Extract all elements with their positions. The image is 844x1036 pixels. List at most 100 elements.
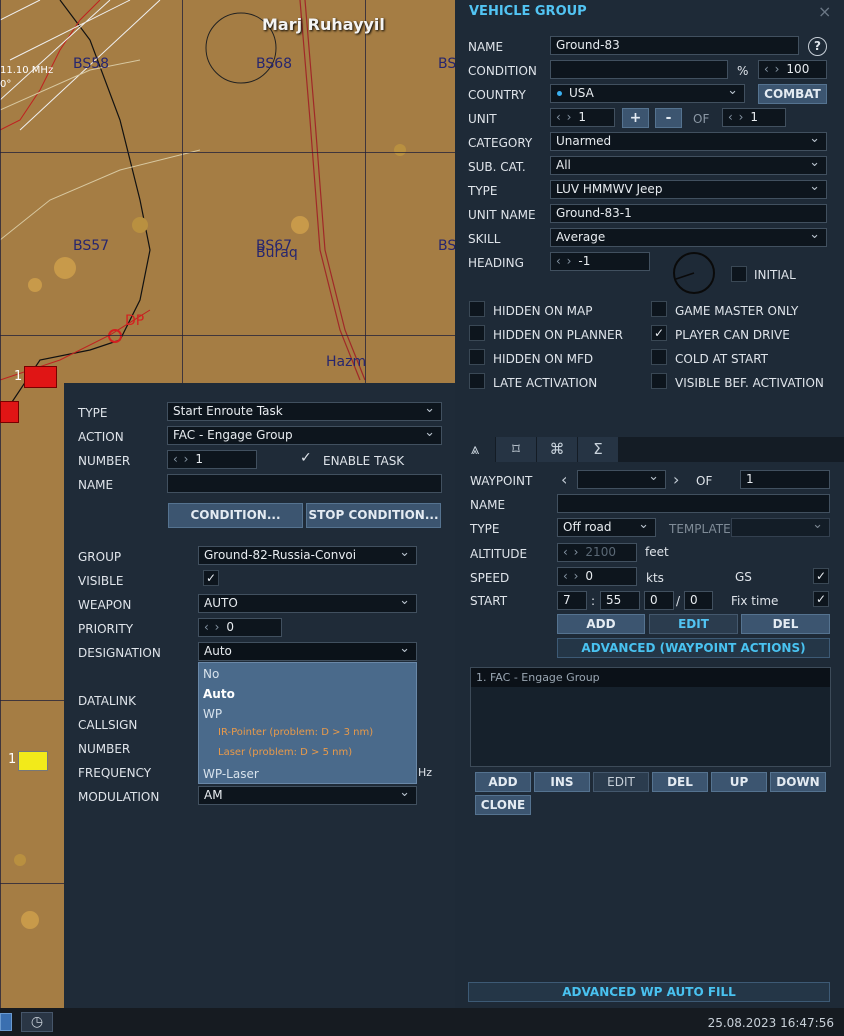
speed-stepper[interactable]: ‹ › 0 (557, 567, 637, 586)
task-type-select[interactable]: Start Enroute Task (167, 402, 442, 421)
cold-at-start-checkbox[interactable] (651, 349, 667, 365)
datetime-display: 25.08.2023 16:47:56 (707, 1016, 834, 1030)
unit-name-input[interactable]: Ground-83-1 (550, 204, 827, 223)
unit-count-stepper[interactable]: ‹ › 1 (722, 108, 786, 127)
gs-checkbox[interactable]: ✓ (813, 568, 829, 584)
close-icon[interactable]: × (818, 2, 831, 21)
type-label: TYPE (468, 184, 498, 198)
move-down-button[interactable]: DOWN (770, 772, 826, 792)
prev-waypoint-icon[interactable]: ‹ (561, 470, 567, 489)
clone-action-button[interactable]: CLONE (475, 795, 531, 815)
option-laser[interactable]: Laser (problem: D > 5 nm) (218, 747, 352, 758)
action-item[interactable]: 1. FAC - Engage Group (471, 668, 830, 687)
hidden-on-map-label: HIDDEN ON MAP (493, 304, 593, 318)
delete-waypoint-button[interactable]: DEL (741, 614, 830, 634)
weapon-select[interactable]: AUTO (198, 594, 417, 613)
add-action-button[interactable]: ADD (475, 772, 531, 792)
enemy-unit-icon[interactable] (24, 366, 57, 388)
player-can-drive-label: PLAYER CAN DRIVE (675, 328, 790, 342)
insert-action-button[interactable]: INS (534, 772, 590, 792)
skill-select[interactable]: Average (550, 228, 827, 247)
edit-waypoint-button[interactable]: EDIT (649, 614, 738, 634)
start-second[interactable]: 0 (644, 591, 674, 610)
condition-label: CONDITION (468, 64, 537, 78)
game-master-only-checkbox[interactable] (651, 301, 667, 317)
stop-condition-button[interactable]: STOP CONDITION... (306, 503, 441, 528)
combat-button[interactable]: COMBAT (758, 84, 827, 104)
hidden-on-planner-checkbox[interactable] (469, 325, 485, 341)
option-wp-laser[interactable]: WP-Laser (203, 767, 259, 781)
priority-stepper[interactable]: ‹ › 0 (198, 618, 282, 637)
advanced-waypoint-actions-button[interactable]: ADVANCED (WAYPOINT ACTIONS) (557, 638, 830, 658)
vehicle-type-select[interactable]: LUV HMMWV Jeep (550, 180, 827, 199)
enemy-unit-icon[interactable] (0, 401, 19, 423)
designation-select[interactable]: Auto (198, 642, 417, 661)
designation-dropdown[interactable]: No Auto WP IR-Pointer (problem: D > 3 nm… (198, 662, 417, 784)
friendly-unit-icon[interactable] (18, 751, 48, 771)
fix-time-checkbox[interactable]: ✓ (813, 591, 829, 607)
start-day[interactable]: 0 (684, 591, 713, 610)
action-select[interactable]: FAC - Engage Group (167, 426, 442, 445)
tab-route[interactable]: ⩓ (455, 437, 495, 462)
option-ir-pointer[interactable]: IR-Pointer (problem: D > 3 nm) (218, 727, 373, 738)
delete-action-button[interactable]: DEL (652, 772, 708, 792)
check-icon[interactable]: ✓ (300, 450, 312, 466)
option-wp[interactable]: WP (203, 707, 222, 721)
move-up-button[interactable]: UP (711, 772, 767, 792)
task-name-input[interactable] (167, 474, 442, 493)
condition-button[interactable]: CONDITION... (168, 503, 303, 528)
heading-dial-icon[interactable] (672, 251, 717, 296)
unit-number: 1 (8, 752, 17, 767)
next-waypoint-icon[interactable]: › (673, 470, 679, 489)
hidden-on-map-checkbox[interactable] (469, 301, 485, 317)
altitude-stepper[interactable]: ‹ › 2100 (557, 543, 637, 562)
start-hour[interactable]: 7 (557, 591, 587, 610)
hidden-on-mfd-checkbox[interactable] (469, 349, 485, 365)
grid-label: BS58 (73, 56, 110, 72)
add-unit-button[interactable]: + (622, 108, 649, 128)
of-label: OF (693, 112, 710, 126)
altitude-unit: feet (645, 545, 669, 559)
edit-action-button[interactable]: EDIT (593, 772, 649, 792)
clock-icon[interactable]: ◷ (21, 1012, 53, 1032)
country-select[interactable]: USA (550, 84, 745, 103)
visible-checkbox[interactable]: ✓ (203, 570, 219, 586)
probability-stepper[interactable]: ‹ › 100 (758, 60, 827, 79)
tab-summary[interactable]: Σ (578, 437, 618, 462)
fix-time-label: Fix time (731, 594, 779, 608)
group-name-input[interactable]: Ground-83 (550, 36, 799, 55)
subcat-select[interactable]: All (550, 156, 827, 175)
number-stepper[interactable]: ‹ › 1 (167, 450, 257, 469)
start-minute[interactable]: 55 (600, 591, 640, 610)
unit-stepper[interactable]: ‹ › 1 (550, 108, 615, 127)
add-waypoint-button[interactable]: ADD (557, 614, 645, 634)
wp-type-select[interactable]: Off road (557, 518, 656, 537)
actions-list[interactable]: 1. FAC - Engage Group (470, 667, 831, 767)
advanced-wp-auto-fill-button[interactable]: ADVANCED WP AUTO FILL (468, 982, 830, 1002)
template-select[interactable] (731, 518, 830, 537)
tab-bar: ⩓ ⌑ ⌘ Σ (455, 437, 844, 462)
help-icon[interactable]: ? (808, 37, 827, 56)
wp-name-input[interactable] (557, 494, 830, 513)
tab-payload[interactable]: ⌘ (537, 437, 577, 462)
frequency-label: 11.10 MHz (0, 65, 54, 76)
modulation-label: MODULATION (78, 790, 160, 804)
grid-label: BS (438, 238, 455, 254)
group-select[interactable]: Ground-82-Russia-Convoi (198, 546, 417, 565)
menu-icon[interactable] (0, 1013, 12, 1031)
initial-checkbox[interactable] (731, 266, 747, 282)
option-no[interactable]: No (203, 667, 219, 681)
player-can-drive-checkbox[interactable]: ✓ (651, 325, 667, 341)
visible-bef-activation-checkbox[interactable] (651, 373, 667, 389)
modulation-select[interactable]: AM (198, 786, 417, 805)
remove-unit-button[interactable]: - (655, 108, 682, 128)
tab-triggers[interactable]: ⌑ (496, 437, 536, 462)
late-activation-checkbox[interactable] (469, 373, 485, 389)
heading-stepper[interactable]: ‹ › -1 (550, 252, 650, 271)
condition-input[interactable] (550, 60, 728, 79)
category-select[interactable]: Unarmed (550, 132, 827, 151)
time-colon: : (591, 594, 596, 608)
cold-at-start-label: COLD AT START (675, 352, 769, 366)
waypoint-select[interactable] (577, 470, 666, 489)
option-auto[interactable]: Auto (203, 687, 235, 701)
